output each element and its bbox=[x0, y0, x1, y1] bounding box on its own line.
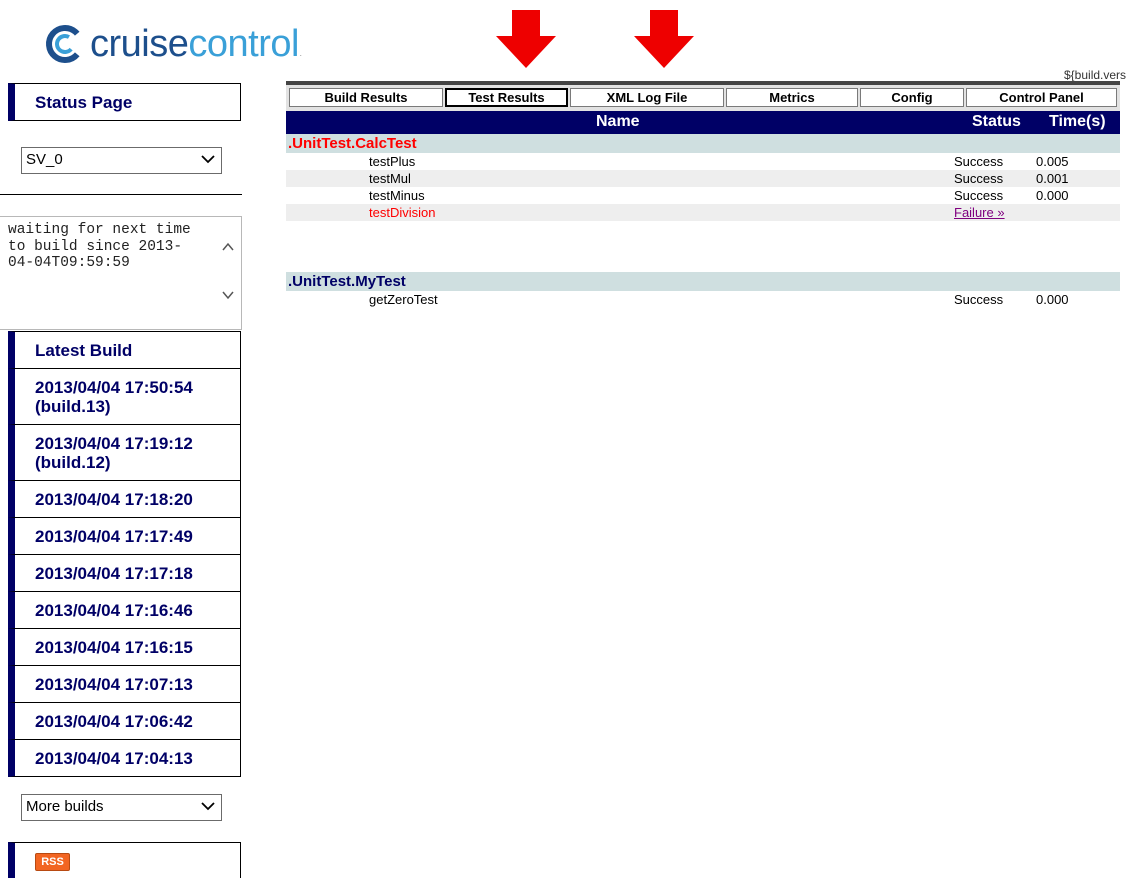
suite-header: .UnitTest.CalcTest bbox=[286, 134, 1120, 153]
test-name: getZeroTest bbox=[369, 292, 438, 307]
build-link[interactable]: 2013/04/04 17:07:13 bbox=[8, 666, 241, 703]
test-time: 0.000 bbox=[1036, 188, 1069, 203]
build-link[interactable]: 2013/04/04 17:04:13 bbox=[8, 740, 241, 777]
test-results-table: Name Status Time(s) .UnitTest.CalcTest t… bbox=[286, 111, 1120, 308]
tab-bar: Build Results Test Results XML Log File … bbox=[286, 81, 1120, 111]
red-arrow-down-icon bbox=[496, 10, 556, 68]
tab-control-panel[interactable]: Control Panel bbox=[966, 88, 1117, 107]
project-select-value: SV_0 bbox=[26, 151, 63, 168]
failure-details-link[interactable]: Failure » bbox=[954, 204, 1005, 221]
suite-header: .UnitTest.MyTest bbox=[286, 272, 1120, 291]
test-name: testPlus bbox=[369, 154, 416, 169]
build-status-textarea[interactable]: waiting for next time to build since 201… bbox=[0, 216, 242, 330]
cruisecontrol-logo: cruisecontrol . bbox=[44, 22, 302, 66]
build-status-text: waiting for next time to build since 201… bbox=[8, 222, 200, 271]
table-row: testMul Success 0.001 bbox=[286, 170, 1120, 187]
test-time: 0.001 bbox=[1036, 171, 1069, 186]
table-row: testPlus Success 0.005 bbox=[286, 153, 1120, 170]
latest-build-link[interactable]: Latest Build bbox=[8, 331, 241, 369]
build-link[interactable]: 2013/04/04 17:17:49 bbox=[8, 518, 241, 555]
build-link[interactable]: 2013/04/04 17:16:15 bbox=[8, 629, 241, 666]
header-time: Time(s) bbox=[1049, 113, 1106, 130]
test-status: Success bbox=[954, 292, 1004, 307]
red-arrow-down-icon bbox=[634, 10, 694, 68]
logo-trademark: . bbox=[299, 52, 302, 58]
table-row: testMinus Success 0.000 bbox=[286, 187, 1120, 204]
table-header-row: Name Status Time(s) bbox=[286, 111, 1120, 134]
scroll-down-icon[interactable] bbox=[221, 289, 235, 301]
more-builds-value: More builds bbox=[26, 798, 104, 815]
scroll-up-icon[interactable] bbox=[221, 241, 235, 253]
divider bbox=[0, 194, 242, 195]
latest-builds-list: Latest Build 2013/04/04 17:50:54 (build.… bbox=[8, 331, 241, 777]
test-status: Success bbox=[954, 171, 1004, 186]
tab-xml-log-file[interactable]: XML Log File bbox=[570, 88, 724, 107]
logo-text-control: control bbox=[188, 23, 299, 65]
build-version: ${build.vers bbox=[1064, 68, 1127, 82]
test-name: testDivision bbox=[369, 205, 436, 220]
test-time: 0.005 bbox=[1036, 154, 1069, 169]
chevron-down-icon bbox=[201, 802, 215, 811]
tab-test-results[interactable]: Test Results bbox=[445, 88, 568, 107]
tab-metrics[interactable]: Metrics bbox=[726, 88, 858, 107]
tab-build-results[interactable]: Build Results bbox=[289, 88, 443, 107]
rss-icon[interactable]: RSS bbox=[35, 853, 70, 871]
build-link[interactable]: 2013/04/04 17:17:18 bbox=[8, 555, 241, 592]
rss-container: RSS bbox=[8, 842, 241, 878]
test-name: testMinus bbox=[369, 188, 425, 203]
status-page-link[interactable]: Status Page bbox=[8, 83, 241, 121]
test-status: Success bbox=[954, 188, 1004, 203]
build-link[interactable]: 2013/04/04 17:19:12 (build.12) bbox=[8, 425, 241, 481]
build-link[interactable]: 2013/04/04 17:50:54 (build.13) bbox=[8, 369, 241, 425]
build-link[interactable]: 2013/04/04 17:16:46 bbox=[8, 592, 241, 629]
build-link[interactable]: 2013/04/04 17:18:20 bbox=[8, 481, 241, 518]
header-status: Status bbox=[972, 113, 1021, 130]
test-name: testMul bbox=[369, 171, 411, 186]
logo-text-cruise: cruise bbox=[90, 23, 189, 65]
more-builds-select[interactable]: More builds bbox=[21, 794, 222, 821]
header-name: Name bbox=[596, 113, 640, 130]
table-row: testDivision Failure » bbox=[286, 204, 1120, 221]
project-select[interactable]: SV_0 bbox=[21, 147, 222, 174]
build-link[interactable]: 2013/04/04 17:06:42 bbox=[8, 703, 241, 740]
chevron-down-icon bbox=[201, 155, 215, 164]
logo-c-icon bbox=[46, 25, 84, 63]
test-status: Success bbox=[954, 154, 1004, 169]
tab-config[interactable]: Config bbox=[860, 88, 964, 107]
table-row: getZeroTest Success 0.000 bbox=[286, 291, 1120, 308]
test-time: 0.000 bbox=[1036, 292, 1069, 307]
